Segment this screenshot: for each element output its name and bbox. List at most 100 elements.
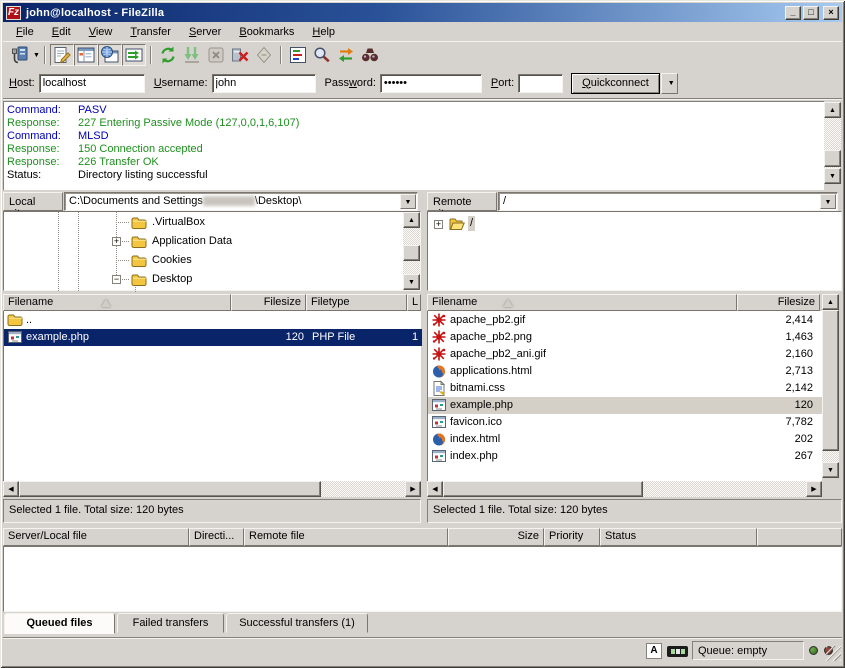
maximize-button[interactable]: □ [803, 6, 819, 20]
remote-file-row[interactable]: apache_pb2_ani.gif 2,160 [428, 346, 823, 363]
disconnect-button[interactable] [228, 44, 252, 66]
log-scroll-up[interactable]: ▲ [824, 102, 841, 118]
remote-hscroll-right[interactable]: ▶ [806, 481, 822, 497]
local-file-row-parent[interactable]: .. [4, 312, 422, 329]
expand-icon[interactable]: + [112, 237, 121, 246]
remote-tree-icon [100, 45, 120, 65]
tab-successful-transfers[interactable]: Successful transfers (1) [226, 613, 368, 633]
tree-item-root[interactable]: / [468, 216, 475, 231]
remote-file-row[interactable]: bitnami.css 2,142 [428, 380, 823, 397]
remote-file-row[interactable]: apache_pb2.png 1,463 [428, 329, 823, 346]
local-tree-scroll-down[interactable]: ▼ [403, 274, 420, 290]
refresh-icon [158, 45, 178, 65]
toolbar-separator [44, 46, 46, 64]
remote-column-filesize[interactable]: Filesize [737, 294, 820, 311]
local-tree-scroll-up[interactable]: ▲ [403, 212, 420, 228]
toggle-queue-button[interactable] [122, 44, 146, 66]
remote-scroll-up[interactable]: ▲ [822, 294, 839, 310]
tree-item-desktop[interactable]: Desktop [150, 272, 194, 287]
log-label: Status: [4, 169, 78, 182]
password-input[interactable] [380, 74, 482, 93]
title-bar: Fz john@localhost - FileZilla _ □ × [3, 3, 842, 22]
port-input[interactable] [518, 74, 563, 93]
menu-view[interactable]: View [80, 24, 122, 40]
toggle-local-tree-button[interactable] [74, 44, 98, 66]
site-manager-button[interactable] [8, 44, 32, 66]
filezilla-app-icon[interactable]: Fz [6, 6, 21, 20]
local-hscroll-right[interactable]: ▶ [405, 481, 421, 497]
remote-scroll-down[interactable]: ▼ [822, 462, 839, 478]
local-tree-scroll-thumb[interactable] [403, 245, 420, 261]
remote-column-filename[interactable]: Filename [427, 294, 737, 311]
menu-help[interactable]: Help [303, 24, 344, 40]
redacted-username [203, 196, 255, 206]
local-hscroll-thumb[interactable] [19, 481, 321, 497]
directory-comparison-button[interactable] [310, 44, 334, 66]
tab-failed-transfers[interactable]: Failed transfers [117, 613, 224, 633]
close-button[interactable]: × [823, 6, 839, 20]
username-input[interactable] [212, 74, 316, 93]
quickconnect-dropdown[interactable]: ▼ [661, 73, 678, 94]
local-column-filename[interactable]: Filename [3, 294, 231, 311]
queue-column-status[interactable]: Status [600, 528, 757, 546]
status-badge-icon[interactable] [667, 646, 688, 657]
port-label: Port: [491, 77, 514, 89]
remote-file-row-selected[interactable]: example.php 120 [428, 397, 823, 414]
queue-column-server-local-file[interactable]: Server/Local file [3, 528, 189, 546]
queue-column-priority[interactable]: Priority [544, 528, 600, 546]
expand-icon[interactable]: + [434, 220, 443, 229]
tab-queued-files[interactable]: Queued files [4, 613, 115, 634]
synchronized-browsing-button[interactable] [334, 44, 358, 66]
remote-directory-tree: + / [427, 211, 842, 291]
menu-file[interactable]: File [7, 24, 43, 40]
remote-scroll-thumb[interactable] [822, 310, 839, 451]
menu-edit[interactable]: Edit [43, 24, 80, 40]
ascii-data-type-icon[interactable]: A [646, 643, 662, 659]
local-site-combobox[interactable]: C:\Documents and Settings\Desktop\ [64, 192, 418, 211]
refresh-button[interactable] [156, 44, 180, 66]
quickconnect-button[interactable]: Quickconnect [571, 73, 660, 94]
local-hscroll-left[interactable]: ◀ [3, 481, 19, 497]
menu-server[interactable]: Server [180, 24, 230, 40]
remote-file-row[interactable]: applications.html 2,713 [428, 363, 823, 380]
cancel-operation-button[interactable] [204, 44, 228, 66]
tree-item-virtualbox[interactable]: .VirtualBox [150, 215, 207, 230]
queue-column-empty [757, 528, 842, 546]
transfer-queue-list[interactable] [3, 546, 842, 612]
host-input[interactable] [39, 74, 145, 93]
queue-column-remote-file[interactable]: Remote file [244, 528, 448, 546]
remote-hscroll-left[interactable]: ◀ [427, 481, 443, 497]
resize-grip[interactable] [826, 646, 841, 661]
tree-item-cookies[interactable]: Cookies [150, 253, 194, 268]
local-column-filetype[interactable]: Filetype [306, 294, 407, 311]
queue-column-direction[interactable]: Directi... [189, 528, 244, 546]
remote-site-combo-dropdown[interactable]: ▼ [820, 194, 836, 209]
collapse-icon[interactable]: − [112, 275, 121, 284]
local-column-filesize[interactable]: Filesize [231, 294, 306, 311]
tree-item-application-data[interactable]: Application Data [150, 234, 234, 249]
filename-filters-button[interactable] [286, 44, 310, 66]
process-queue-button[interactable] [180, 44, 204, 66]
site-manager-dropdown[interactable]: ▼ [33, 52, 40, 59]
abort-button[interactable] [252, 44, 276, 66]
queue-column-size[interactable]: Size [448, 528, 544, 546]
remote-file-row[interactable]: index.html 202 [428, 431, 823, 448]
remote-scroll-track[interactable] [822, 451, 839, 462]
minimize-button[interactable]: _ [785, 6, 801, 20]
toggle-message-log-button[interactable] [50, 44, 74, 66]
remote-file-row[interactable]: index.php 267 [428, 448, 823, 465]
local-file-row-example-php[interactable]: example.php 120 PHP File 1 [4, 329, 422, 346]
toggle-remote-tree-button[interactable] [98, 44, 122, 66]
log-scroll-thumb[interactable] [824, 150, 841, 167]
remote-file-row[interactable]: apache_pb2.gif 2,414 [428, 312, 823, 329]
find-files-button[interactable] [358, 44, 382, 66]
menu-bookmarks[interactable]: Bookmarks [230, 24, 303, 40]
log-scroll-down[interactable]: ▼ [824, 168, 841, 184]
local-site-combo-dropdown[interactable]: ▼ [400, 194, 416, 209]
local-column-last-modified[interactable]: L [407, 294, 421, 311]
remote-hscroll-thumb[interactable] [443, 481, 643, 497]
remote-site-combobox[interactable]: / [498, 192, 838, 211]
filezilla-window: Fz john@localhost - FileZilla _ □ × File… [0, 0, 845, 668]
remote-file-row[interactable]: favicon.ico 7,782 [428, 414, 823, 431]
menu-transfer[interactable]: Transfer [121, 24, 180, 40]
